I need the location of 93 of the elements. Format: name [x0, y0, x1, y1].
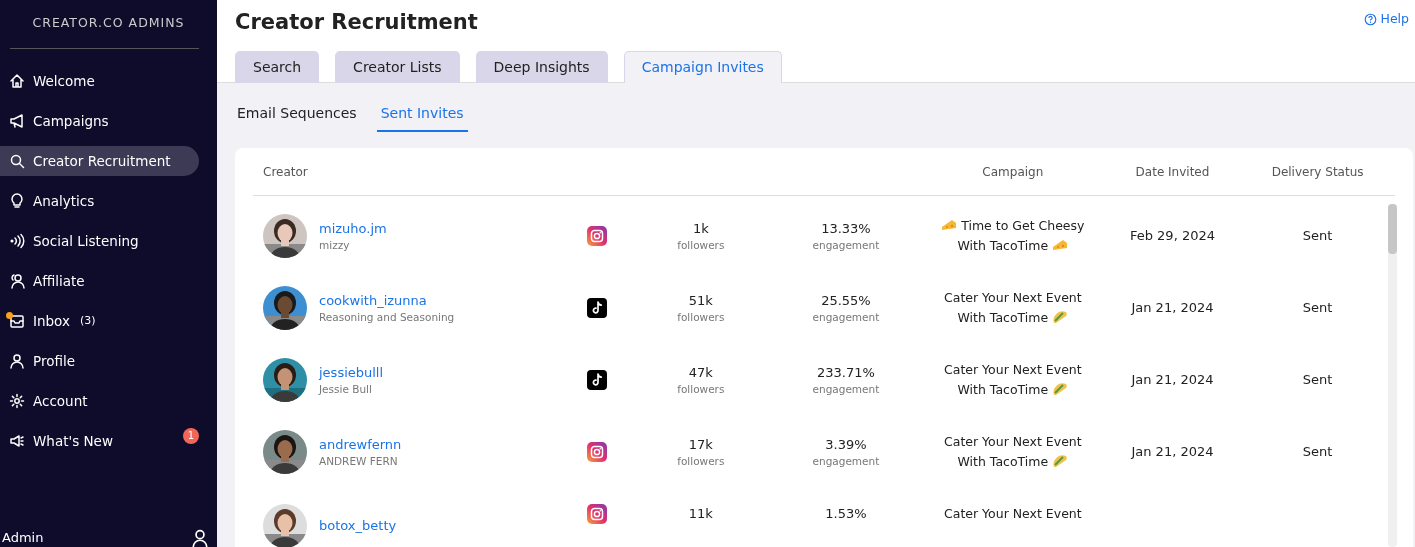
- unread-count: (3): [79, 312, 96, 329]
- help-icon: [1363, 12, 1377, 26]
- signal-icon: [9, 232, 25, 249]
- date-invited: Feb 29, 2024: [1128, 227, 1216, 246]
- creator-name: ANDREW FERN: [319, 454, 399, 470]
- column-header: Delivery Status: [1271, 164, 1364, 179]
- camera-icon: [586, 226, 607, 247]
- sidebar-item[interactable]: Analytics: [0, 185, 199, 216]
- sidebar-item[interactable]: Campaigns: [0, 105, 199, 136]
- follower-count: 51k: [687, 291, 714, 310]
- engagement-rate: 25.55%: [820, 291, 872, 310]
- admin-label: Admin: [2, 528, 44, 547]
- tab[interactable]: Deep Insights: [475, 51, 608, 84]
- lightbulb-icon: [9, 192, 25, 209]
- taco-icon: [1052, 382, 1069, 397]
- campaign-name: Cater Your Next Event: [943, 361, 1083, 380]
- engagement-rate: 233.71%: [816, 363, 876, 382]
- sidebar-item[interactable]: Affiliate: [0, 265, 199, 296]
- campaign-name: With TacoTime: [920, 308, 1105, 329]
- creator-handle[interactable]: andrewfernn: [319, 434, 402, 455]
- sidebar-item[interactable]: Creator Recruitment: [0, 145, 199, 176]
- date-invited: Jan 21, 2024: [1129, 299, 1215, 318]
- creator-name: Jessie Bull: [319, 382, 373, 398]
- date-invited: Jan 21, 2024: [1129, 371, 1215, 390]
- follower-count: 17k: [687, 435, 714, 454]
- followers-label: followers: [676, 454, 726, 470]
- speaker-icon: [9, 432, 25, 449]
- sidebar-item[interactable]: Social Listening: [0, 225, 199, 256]
- brand-name: CREATOR.CO ADMINS: [31, 14, 186, 32]
- user-icon[interactable]: [191, 529, 209, 547]
- followers-label: followers: [676, 310, 726, 326]
- cheese-icon: [941, 218, 958, 233]
- scrollbar[interactable]: [1388, 204, 1397, 547]
- follower-count: 1k: [691, 219, 710, 238]
- creator-name: mizzy: [319, 238, 351, 254]
- delivery-status: Sent: [1301, 299, 1334, 318]
- person-icon: [9, 352, 25, 369]
- followers-label: followers: [676, 382, 726, 398]
- follower-count: 47k: [687, 363, 714, 382]
- campaign-name: With TacoTime: [920, 380, 1105, 401]
- engagement-label: engagement: [811, 310, 881, 326]
- help-link[interactable]: Help: [1363, 10, 1409, 29]
- creator-handle[interactable]: mizuho.jm: [319, 218, 387, 239]
- column-header: Creator: [263, 163, 308, 181]
- campaign-name: Cater Your Next Event: [943, 505, 1083, 524]
- taco-icon: [1052, 310, 1069, 325]
- sidebar-item[interactable]: Account: [0, 385, 199, 416]
- creator-name: Reasoning and Seasoning: [319, 310, 455, 326]
- people-icon: [9, 272, 25, 289]
- column-header: Campaign: [982, 164, 1044, 179]
- campaign-name: Cater Your Next Event: [943, 289, 1083, 308]
- engagement-rate: 3.39%: [824, 435, 868, 454]
- creator-handle[interactable]: cookwith_izunna: [319, 290, 455, 311]
- home-icon: [9, 72, 25, 89]
- sidebar-item[interactable]: Welcome: [0, 65, 199, 96]
- follower-count: 11k: [687, 505, 714, 524]
- engagement-label: engagement: [811, 382, 881, 398]
- campaign-name: With TacoTime: [920, 236, 1105, 257]
- camera-icon: [586, 442, 607, 463]
- delivery-status: Sent: [1301, 371, 1334, 390]
- engagement-label: engagement: [811, 454, 881, 470]
- engagement-label: engagement: [811, 238, 881, 254]
- followers-label: followers: [676, 238, 726, 254]
- engagement-rate: 1.53%: [824, 505, 868, 524]
- date-invited: Jan 21, 2024: [1129, 443, 1215, 462]
- settings-icon: [9, 392, 25, 409]
- notification-badge: 1: [183, 427, 199, 444]
- camera-icon: [586, 504, 607, 525]
- creator-handle[interactable]: jessiebulll: [319, 362, 384, 383]
- tab[interactable]: Campaign Invites: [623, 51, 782, 84]
- engagement-rate: 13.33%: [820, 219, 872, 238]
- subtab[interactable]: Sent Invites: [376, 99, 468, 133]
- tab[interactable]: Search: [235, 51, 320, 84]
- campaign-name: Time to Get Cheesy: [920, 216, 1105, 237]
- inbox-icon: [9, 312, 25, 329]
- campaign-name: Cater Your Next Event: [943, 433, 1083, 452]
- taco-icon: [1052, 454, 1069, 469]
- delivery-status: Sent: [1301, 227, 1334, 246]
- music-note-icon: [586, 298, 607, 319]
- tab[interactable]: Creator Lists: [335, 51, 460, 84]
- sidebar-item[interactable]: Inbox (3): [0, 305, 199, 336]
- music-note-icon: [586, 370, 607, 391]
- sidebar-item[interactable]: What's New 1: [0, 425, 199, 456]
- creator-handle[interactable]: botox_betty: [319, 516, 397, 536]
- column-header: Date Invited: [1135, 164, 1210, 179]
- megaphone-icon: [9, 112, 25, 129]
- page-title: Creator Recruitment: [235, 10, 478, 36]
- cheese-icon: [1052, 238, 1069, 253]
- sidebar-item[interactable]: Profile: [0, 345, 199, 376]
- delivery-status: Sent: [1301, 443, 1334, 462]
- subtab[interactable]: Email Sequences: [233, 99, 361, 133]
- search-icon: [9, 152, 25, 169]
- campaign-name: With TacoTime: [920, 452, 1105, 473]
